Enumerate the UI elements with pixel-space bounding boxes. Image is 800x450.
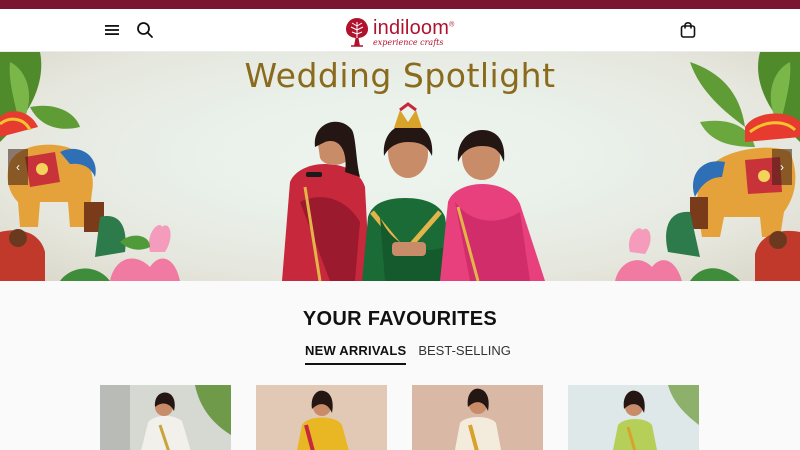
- tab-best-selling[interactable]: BEST-SELLING: [418, 343, 510, 365]
- product-card[interactable]: [412, 385, 543, 450]
- search-icon: [137, 22, 153, 38]
- product-card[interactable]: [100, 385, 231, 450]
- site-header: indiloom® experience crafts: [0, 9, 800, 52]
- menu-button[interactable]: [101, 19, 123, 41]
- product-image: [100, 385, 231, 450]
- brand-logo[interactable]: indiloom® experience crafts: [343, 14, 463, 50]
- product-image: [256, 385, 387, 450]
- chevron-right-icon: ›: [780, 160, 784, 174]
- hero-banner[interactable]: Wedding Spotlight ‹ ›: [0, 52, 800, 281]
- tree-logo-icon: [346, 18, 368, 47]
- hero-title: Wedding Spotlight: [244, 56, 556, 95]
- brand-tagline: experience crafts: [373, 37, 444, 47]
- carousel-prev-button[interactable]: ‹: [8, 149, 28, 185]
- product-image: [412, 385, 543, 450]
- carousel-next-button[interactable]: ›: [772, 149, 792, 185]
- product-card[interactable]: [568, 385, 699, 450]
- product-image: [568, 385, 699, 450]
- favourites-tabs: NEW ARRIVALS BEST-SELLING: [305, 343, 511, 365]
- tab-new-arrivals[interactable]: NEW ARRIVALS: [305, 343, 407, 365]
- search-button[interactable]: [134, 19, 156, 41]
- chevron-left-icon: ‹: [16, 160, 20, 174]
- announcement-bar: [0, 0, 800, 9]
- product-card[interactable]: [256, 385, 387, 450]
- brand-name: indiloom®: [373, 16, 455, 39]
- cart-button[interactable]: [677, 19, 699, 41]
- favourites-title: YOUR FAVOURITES: [302, 308, 498, 330]
- shopping-bag-icon: [680, 21, 696, 38]
- hamburger-menu-icon: [105, 25, 119, 35]
